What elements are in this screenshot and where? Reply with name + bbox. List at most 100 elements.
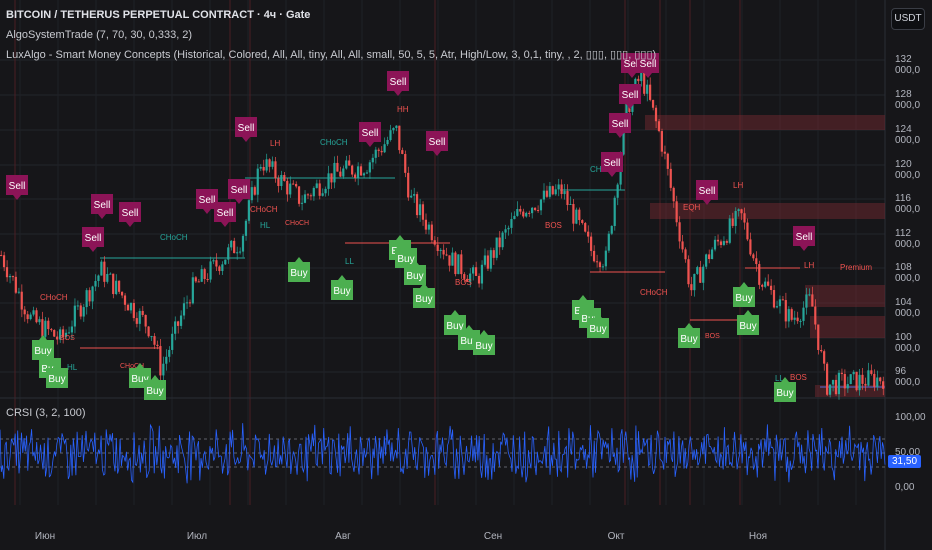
structure-label: BOS <box>705 333 720 340</box>
candle-body <box>613 197 616 227</box>
candle-body <box>796 317 799 322</box>
candle-body <box>722 241 725 245</box>
candle-body <box>814 306 817 325</box>
candle-body <box>280 175 283 187</box>
candle-body <box>362 173 366 176</box>
candle-body <box>430 224 433 241</box>
candle-body <box>345 160 348 169</box>
candle-body <box>109 273 112 275</box>
candle-body <box>660 131 663 152</box>
candle-body <box>575 209 578 224</box>
candle-body <box>454 252 457 275</box>
candle-body <box>855 371 858 391</box>
candle-body <box>451 252 454 266</box>
candle-body <box>227 247 230 260</box>
candle-body <box>336 162 339 172</box>
candle-body <box>823 351 826 364</box>
candle-body <box>693 273 696 291</box>
candle-body <box>483 255 486 265</box>
crsi-tick: 100,00 <box>895 412 926 423</box>
sell-signal-label: Sell <box>429 137 446 148</box>
candle-body <box>162 363 165 376</box>
candle-body <box>79 305 82 317</box>
candle-body <box>433 240 436 245</box>
candle-body <box>457 254 460 275</box>
candle-body <box>513 215 516 220</box>
candle-body <box>846 384 849 389</box>
price-tick: 100 000,0 <box>895 332 921 354</box>
candle-body <box>253 187 256 195</box>
candle-body <box>592 250 596 262</box>
buy-signal-label: Buy <box>776 388 793 399</box>
candle-body <box>681 241 684 250</box>
candle-body <box>203 269 206 279</box>
candle-body <box>218 266 221 272</box>
candle-body <box>604 250 607 267</box>
candle-body <box>103 261 106 282</box>
candle-body <box>82 307 85 317</box>
candle-body <box>35 310 38 323</box>
candle-body <box>489 250 492 269</box>
candle-body <box>339 171 342 177</box>
crsi-tick: 0,00 <box>895 482 915 493</box>
candle-body <box>646 84 649 94</box>
structure-label: BOS <box>545 221 562 230</box>
candle-body <box>560 184 563 195</box>
candle-body <box>861 374 864 384</box>
candle-body <box>799 320 802 322</box>
candle-body <box>460 254 463 275</box>
sell-signal-label: Sell <box>199 195 216 206</box>
structure-label: Premium <box>840 263 872 272</box>
indicator-algosystemtrade[interactable]: AlgoSystemTrade (7, 70, 30, 0,333, 2) <box>6 29 192 41</box>
crsi-legend[interactable]: CRSI (3, 2, 100) <box>6 407 85 419</box>
candle-body <box>88 290 91 302</box>
candle-body <box>165 356 168 364</box>
candle-body <box>238 251 242 253</box>
candle-body <box>531 207 534 214</box>
candle-body <box>808 294 811 296</box>
currency-button[interactable]: USDT <box>891 8 925 30</box>
supply-zone <box>810 316 885 338</box>
candle-body <box>197 281 200 283</box>
candle-body <box>17 291 20 293</box>
candle-body <box>11 276 14 278</box>
time-tick: Ноя <box>748 531 768 542</box>
buy-signal-label: Buy <box>739 321 756 332</box>
buy-signal-label: Buy <box>146 386 163 397</box>
candle-body <box>616 184 619 198</box>
candle-body <box>581 220 584 224</box>
candle-body <box>374 149 377 158</box>
candle-body <box>20 291 23 310</box>
candle-body <box>118 280 121 292</box>
candle-body <box>870 370 873 374</box>
indicator-smc[interactable]: LuxAlgo - Smart Money Concepts (Historic… <box>6 48 656 61</box>
candle-body <box>663 151 666 154</box>
buy-signal-label: Buy <box>290 268 307 279</box>
candle-body <box>70 326 73 333</box>
candle-body <box>587 231 590 237</box>
candle-body <box>536 209 540 211</box>
candle-body <box>112 273 115 295</box>
candle-body <box>356 166 360 178</box>
candle-body <box>784 300 787 322</box>
candle-body <box>354 174 357 178</box>
sell-signal-label: Sell <box>796 232 813 243</box>
candle-body <box>244 220 248 236</box>
candle-body <box>277 178 280 187</box>
time-tick: Июн <box>34 531 56 542</box>
candle-body <box>38 319 41 323</box>
candle-body <box>147 326 150 337</box>
candle-body <box>746 222 749 240</box>
candle-body <box>802 307 805 321</box>
candle-body <box>265 159 268 171</box>
candle-body <box>758 264 761 285</box>
candle-body <box>415 194 419 216</box>
price-tick: 104 000,0 <box>895 297 921 319</box>
candle-body <box>778 299 781 307</box>
symbol-title: BITCOIN / TETHERUS PERPETUAL CONTRACT · … <box>6 9 311 21</box>
candle-body <box>708 254 711 260</box>
candle-body <box>843 374 846 389</box>
chart-canvas[interactable]: CHoCHCHoCHCHoCHCHoCHCHoCHCHoCHCHoCHCHoCH… <box>0 0 932 550</box>
candle-body <box>383 144 386 153</box>
candle-body <box>156 344 159 347</box>
